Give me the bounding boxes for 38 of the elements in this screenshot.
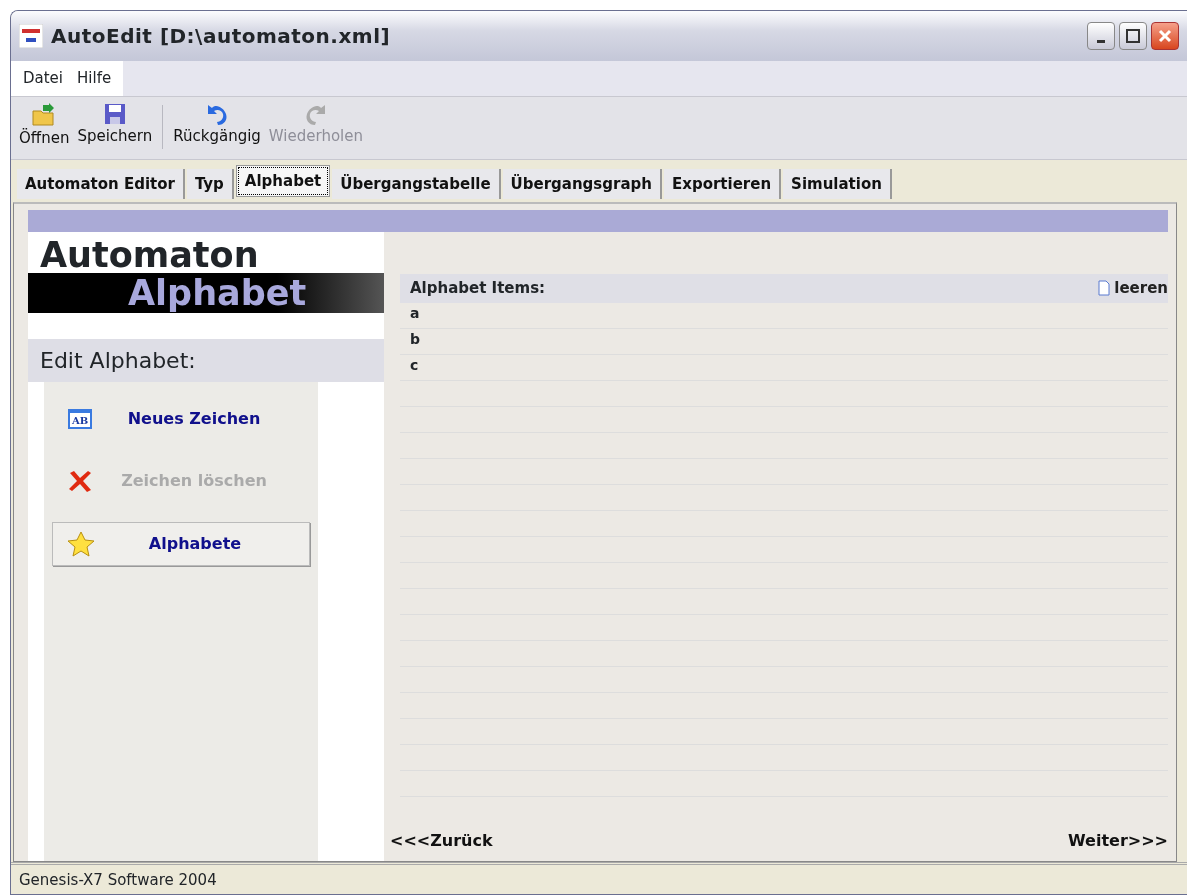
banner-title: Automaton: [39, 234, 260, 273]
back-link[interactable]: <<<Zurück: [390, 829, 493, 853]
action-link[interactable]: AB Neues Zeichen: [52, 402, 310, 436]
next-link[interactable]: Weiter>>>: [1067, 829, 1168, 853]
toolbar-button[interactable]: Rückgängig: [169, 101, 265, 159]
toolbar-button[interactable]: Öffnen: [15, 101, 74, 159]
delete-icon: [67, 469, 93, 493]
status-text: Genesis-X7 Software 2004: [19, 871, 217, 889]
page-icon: [1098, 280, 1111, 297]
list-item[interactable]: a: [410, 302, 420, 324]
maximize-button[interactable]: [1119, 22, 1147, 50]
list-heading: Alphabet Items:: [410, 278, 546, 299]
tab[interactable]: Übergangstabelle: [332, 169, 501, 199]
tab[interactable]: Automaton Editor: [17, 169, 185, 199]
close-button[interactable]: [1151, 22, 1179, 50]
close-icon: [1158, 29, 1172, 43]
tab[interactable]: Typ: [186, 169, 234, 199]
alphabets-button[interactable]: Alphabete: [52, 522, 310, 566]
tab[interactable]: Exportieren: [663, 169, 782, 199]
section-heading: Edit Alphabet:: [28, 339, 384, 382]
tab[interactable]: Übergangsgraph: [502, 169, 662, 199]
minimize-icon: [1097, 39, 1105, 43]
toolbar-button[interactable]: Speichern: [73, 101, 157, 159]
floppy-icon: [103, 103, 126, 125]
maximize-icon: [1126, 29, 1140, 43]
star-icon: [67, 531, 95, 557]
minimize-button[interactable]: [1087, 22, 1115, 50]
ab-icon: AB: [67, 408, 93, 430]
list-item[interactable]: b: [410, 328, 421, 350]
app-logo-icon: [19, 24, 43, 48]
menu-item[interactable]: Datei: [23, 67, 64, 90]
list-item[interactable]: c: [410, 354, 419, 376]
menu-item[interactable]: Hilfe: [77, 67, 112, 90]
window-title: AutoEdit [D:\automaton.xml]: [51, 23, 391, 50]
tab[interactable]: Alphabet: [235, 165, 331, 197]
banner-subtitle: Alphabet: [28, 273, 384, 313]
clear-button[interactable]: leeren: [1098, 277, 1168, 300]
tab[interactable]: Simulation: [783, 169, 892, 199]
